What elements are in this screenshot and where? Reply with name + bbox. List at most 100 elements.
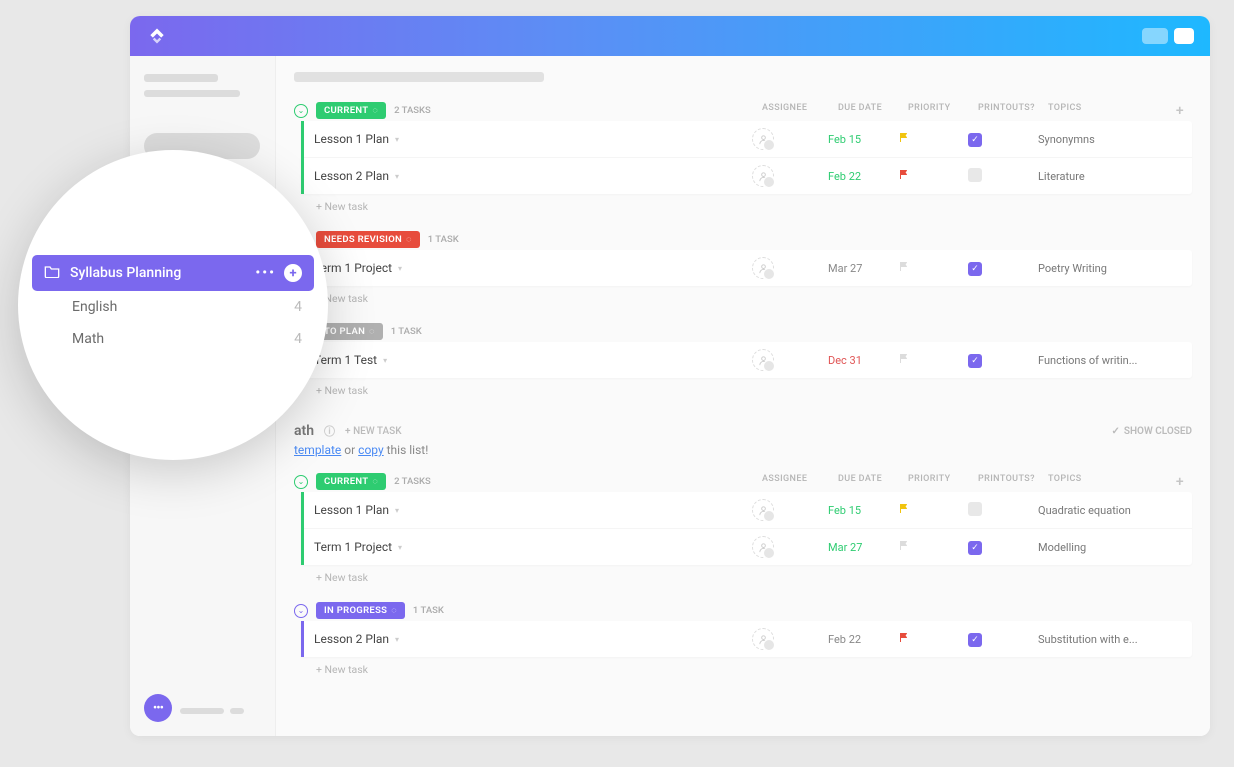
task-row[interactable]: Lesson 2 Plan ▾ Feb 22 ✓ Substitution wi… xyxy=(304,621,1192,657)
list-title[interactable]: ath xyxy=(294,423,314,439)
printouts-checkbox[interactable]: ✓ xyxy=(968,262,982,276)
task-name: Lesson 2 Plan xyxy=(314,632,389,646)
status-badge[interactable]: NEEDS REVISION ◌ xyxy=(316,231,420,248)
col-due-date[interactable]: DUE DATE xyxy=(838,103,908,119)
collapse-toggle-icon[interactable]: ⌄ xyxy=(294,475,308,489)
chat-button[interactable]: ••• xyxy=(144,694,172,722)
topic-value[interactable]: Modelling xyxy=(1038,541,1158,554)
status-label: CURRENT xyxy=(324,105,368,116)
priority-flag-icon[interactable] xyxy=(898,168,968,184)
topic-value[interactable]: Synonymns xyxy=(1038,133,1158,146)
task-row[interactable]: Lesson 2 Plan ▾ Feb 22 Literature xyxy=(304,158,1192,194)
priority-flag-icon[interactable] xyxy=(898,631,968,647)
priority-flag-icon[interactable] xyxy=(898,260,968,276)
add-column-button[interactable]: + xyxy=(1168,474,1192,490)
top-bar-square[interactable] xyxy=(1174,28,1194,44)
show-closed-toggle[interactable]: ✓ SHOW CLOSED xyxy=(1111,426,1192,437)
status-badge[interactable]: CURRENT ◌ xyxy=(316,102,386,119)
printouts-checkbox[interactable]: ✓ xyxy=(968,354,982,368)
topic-value[interactable]: Substitution with e... xyxy=(1038,633,1158,646)
col-printouts[interactable]: PRINTOUTS? xyxy=(978,474,1048,490)
topic-value[interactable]: Poetry Writing xyxy=(1038,262,1158,275)
new-task-button[interactable]: + New task xyxy=(304,378,1192,403)
chevron-down-icon: ▾ xyxy=(398,264,402,273)
due-date[interactable]: Feb 22 xyxy=(828,170,898,183)
task-row[interactable]: Lesson 1 Plan ▾ Feb 15 ✓ Synonymns xyxy=(304,121,1192,158)
due-date[interactable]: Dec 31 xyxy=(828,354,898,367)
status-group: ⌄ IN PROGRESS ◌ 1 TASK Lesson 2 Plan ▾ F… xyxy=(294,600,1192,682)
status-badge[interactable]: IN PROGRESS ◌ xyxy=(316,602,405,619)
col-topics[interactable]: TOPICS xyxy=(1048,474,1168,490)
task-name: Lesson 1 Plan xyxy=(314,132,389,146)
new-task-button[interactable]: + New task xyxy=(304,565,1192,590)
list-name: Math xyxy=(72,331,104,347)
folder-syllabus-planning[interactable]: Syllabus Planning ••• + xyxy=(32,255,314,291)
list-item-math[interactable]: Math 4 xyxy=(32,323,314,355)
topic-value[interactable]: Quadratic equation xyxy=(1038,504,1158,517)
folder-add-button[interactable]: + xyxy=(284,264,302,282)
assignee-add-icon[interactable] xyxy=(752,628,774,650)
collapse-toggle-icon[interactable]: ⌄ xyxy=(294,604,308,618)
collapse-toggle-icon[interactable]: ⌄ xyxy=(294,104,308,118)
status-badge[interactable]: CURRENT ◌ xyxy=(316,473,386,490)
assignee-add-icon[interactable] xyxy=(752,128,774,150)
priority-flag-icon[interactable] xyxy=(898,131,968,147)
chevron-down-icon: ▾ xyxy=(395,635,399,644)
task-row[interactable]: Term 1 Project ▾ Mar 27 ✓ Poetry Writing xyxy=(304,250,1192,286)
folder-more-icon[interactable]: ••• xyxy=(255,265,276,281)
printouts-checkbox[interactable]: ✓ xyxy=(968,633,982,647)
status-group: ⌄ TO PLAN ◌ 1 TASK Term 1 Test ▾ Dec 31 … xyxy=(294,321,1192,403)
status-label: NEEDS REVISION xyxy=(324,234,402,245)
printouts-checkbox[interactable]: ✓ xyxy=(968,133,982,147)
new-task-button[interactable]: + New task xyxy=(304,657,1192,682)
priority-flag-icon[interactable] xyxy=(898,502,968,518)
status-group: ⌄ CURRENT ◌ 2 TASKS ASSIGNEE DUE DATE PR… xyxy=(294,471,1192,590)
template-link[interactable]: template xyxy=(294,443,341,457)
assignee-add-icon[interactable] xyxy=(752,536,774,558)
due-date[interactable]: Mar 27 xyxy=(828,541,898,554)
due-date[interactable]: Feb 15 xyxy=(828,133,898,146)
task-count: 1 TASK xyxy=(413,605,444,616)
copy-link[interactable]: copy xyxy=(358,443,383,457)
printouts-checkbox[interactable] xyxy=(968,168,982,182)
list-section-header: ath ⓘ + NEW TASK ✓ SHOW CLOSED xyxy=(294,423,1192,439)
assignee-add-icon[interactable] xyxy=(752,257,774,279)
topic-value[interactable]: Functions of writin... xyxy=(1038,354,1158,367)
due-date[interactable]: Feb 15 xyxy=(828,504,898,517)
top-bar-pill[interactable] xyxy=(1142,28,1168,44)
assignee-add-icon[interactable] xyxy=(752,165,774,187)
col-assignee[interactable]: ASSIGNEE xyxy=(762,103,838,119)
task-row[interactable]: Term 1 Test ▾ Dec 31 ✓ Functions of writ… xyxy=(304,342,1192,378)
priority-flag-icon[interactable] xyxy=(898,352,968,368)
col-due-date[interactable]: DUE DATE xyxy=(838,474,908,490)
new-task-button[interactable]: + New task xyxy=(304,286,1192,311)
task-row[interactable]: Term 1 Project ▾ Mar 27 ✓ Modelling xyxy=(304,529,1192,565)
col-printouts[interactable]: PRINTOUTS? xyxy=(978,103,1048,119)
printouts-checkbox[interactable]: ✓ xyxy=(968,541,982,555)
list-count: 4 xyxy=(294,331,302,347)
col-priority[interactable]: PRIORITY xyxy=(908,103,978,119)
column-headers: ASSIGNEE DUE DATE PRIORITY PRINTOUTS? TO… xyxy=(762,474,1192,490)
assignee-add-icon[interactable] xyxy=(752,499,774,521)
topic-value[interactable]: Literature xyxy=(1038,170,1158,183)
assignee-add-icon[interactable] xyxy=(752,349,774,371)
status-group: ⌄ NEEDS REVISION ◌ 1 TASK Term 1 Project… xyxy=(294,229,1192,311)
folder-icon xyxy=(44,264,60,282)
info-icon[interactable]: ⓘ xyxy=(324,423,335,439)
priority-flag-icon[interactable] xyxy=(898,539,968,555)
chat-icon: ••• xyxy=(153,702,163,715)
inline-new-task-button[interactable]: + NEW TASK xyxy=(345,426,401,437)
add-column-button[interactable]: + xyxy=(1168,103,1192,119)
printouts-checkbox[interactable] xyxy=(968,502,982,516)
col-topics[interactable]: TOPICS xyxy=(1048,103,1168,119)
task-row[interactable]: Lesson 1 Plan ▾ Feb 15 Quadratic equatio… xyxy=(304,492,1192,529)
col-priority[interactable]: PRIORITY xyxy=(908,474,978,490)
chevron-down-icon: ▾ xyxy=(395,172,399,181)
list-item-english[interactable]: English 4 xyxy=(32,291,314,323)
chevron-down-icon: ▾ xyxy=(395,135,399,144)
due-date[interactable]: Mar 27 xyxy=(828,262,898,275)
new-task-button[interactable]: + New task xyxy=(304,194,1192,219)
status-group: ⌄ CURRENT ◌ 2 TASKS ASSIGNEE DUE DATE PR… xyxy=(294,100,1192,219)
due-date[interactable]: Feb 22 xyxy=(828,633,898,646)
col-assignee[interactable]: ASSIGNEE xyxy=(762,474,838,490)
